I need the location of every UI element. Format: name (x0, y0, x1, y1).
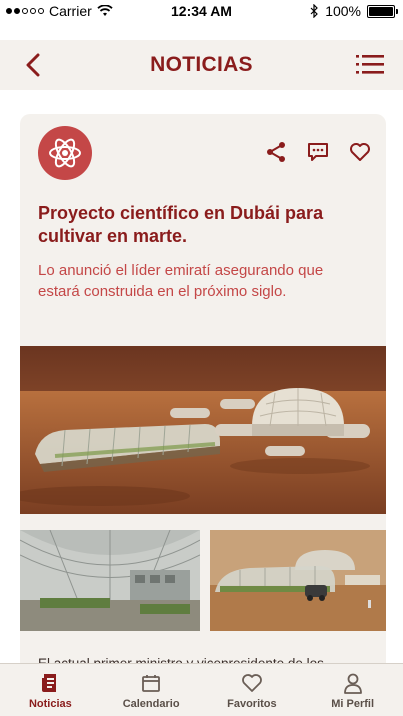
share-icon (267, 142, 285, 162)
bluetooth-icon (310, 4, 319, 18)
tab-noticias[interactable]: Noticias (0, 664, 101, 716)
menu-button[interactable] (355, 52, 385, 78)
tab-favoritos[interactable]: Favoritos (202, 664, 303, 716)
news-card[interactable]: Proyecto científico en Dubái para cultiv… (20, 114, 386, 663)
battery-icon (367, 4, 398, 18)
tab-label: Favoritos (227, 698, 277, 710)
status-bar: Carrier 12:34 AM 100% (0, 0, 403, 22)
tab-mi-perfil[interactable]: Mi Perfil (302, 664, 403, 716)
comment-icon (308, 143, 328, 161)
article-subtitle: Lo anunció el líder emiratí asegurando q… (38, 262, 324, 300)
page-title: NOTICIAS (150, 53, 253, 76)
category-badge (38, 126, 92, 180)
greenhouse-interior-illustration (20, 530, 200, 631)
battery-level (369, 6, 393, 16)
status-right: 100% (310, 3, 398, 19)
article-title[interactable]: Proyecto científico en Dubái para cultiv… (38, 202, 358, 248)
bottom-tab-bar: Noticias Calendario Favoritos Mi Perfil (0, 663, 403, 716)
heart-icon (241, 672, 263, 694)
article-main-image[interactable] (20, 346, 386, 514)
article-body: El actual primer ministro y vicepresiden… (38, 654, 378, 663)
tab-label: Calendario (122, 698, 180, 710)
favorite-button[interactable] (348, 140, 372, 164)
mars-base-illustration (20, 346, 386, 514)
calendar-icon (140, 672, 162, 694)
article-image-greenhouse-interior[interactable] (20, 530, 200, 631)
top-navigation-bar: NOTICIAS (0, 40, 403, 90)
battery-percent: 100% (325, 3, 361, 19)
atom-icon (49, 138, 81, 168)
comment-button[interactable] (306, 140, 330, 164)
chevron-left-icon (26, 53, 40, 77)
tab-label: Noticias (28, 698, 72, 710)
mars-habitat-illustration (210, 530, 386, 631)
heart-icon (350, 143, 370, 161)
newspaper-icon (39, 672, 61, 694)
back-button[interactable] (20, 52, 46, 78)
tab-label: Mi Perfil (331, 698, 375, 710)
person-icon (342, 672, 364, 694)
card-actions (264, 140, 372, 164)
tab-calendario[interactable]: Calendario (101, 664, 202, 716)
share-button[interactable] (264, 140, 288, 164)
news-feed[interactable]: Proyecto científico en Dubái para cultiv… (0, 90, 403, 663)
list-menu-icon (356, 55, 384, 74)
article-image-mars-habitat[interactable] (210, 530, 386, 631)
